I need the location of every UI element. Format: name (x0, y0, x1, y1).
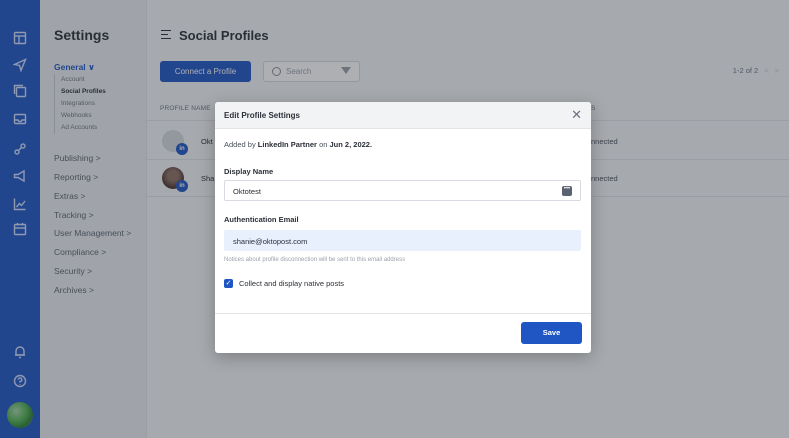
display-name-field[interactable]: Oktotest ••• (224, 180, 581, 201)
added-by-text: Added by LinkedIn Partner on Jun 2, 2022… (224, 140, 372, 149)
display-name-label: Display Name (224, 167, 274, 176)
added-prefix: Added by (224, 140, 256, 149)
display-name-value: Oktotest (233, 187, 261, 196)
added-on: on (319, 140, 328, 149)
edit-profile-modal: Edit Profile Settings ✕ Added by LinkedI… (215, 102, 591, 353)
modal-header: Edit Profile Settings ✕ (215, 102, 591, 129)
collect-posts-checkbox[interactable]: ✓ (224, 279, 233, 288)
auth-email-value: shanie@oktopost.com (233, 237, 308, 246)
modal-title: Edit Profile Settings (224, 111, 301, 120)
auth-email-field[interactable]: shanie@oktopost.com (224, 230, 581, 251)
email-hint: Notices about profile disconnection will… (224, 257, 406, 263)
more-icon[interactable]: ••• (562, 186, 572, 196)
added-by: LinkedIn Partner (257, 140, 317, 149)
save-button[interactable]: Save (521, 322, 582, 344)
collect-posts-label[interactable]: Collect and display native posts (239, 279, 344, 288)
auth-email-label: Authentication Email (224, 215, 299, 224)
close-icon[interactable]: ✕ (571, 108, 582, 121)
modal-footer-divider (215, 313, 591, 314)
added-date: Jun 2, 2022. (329, 140, 373, 149)
